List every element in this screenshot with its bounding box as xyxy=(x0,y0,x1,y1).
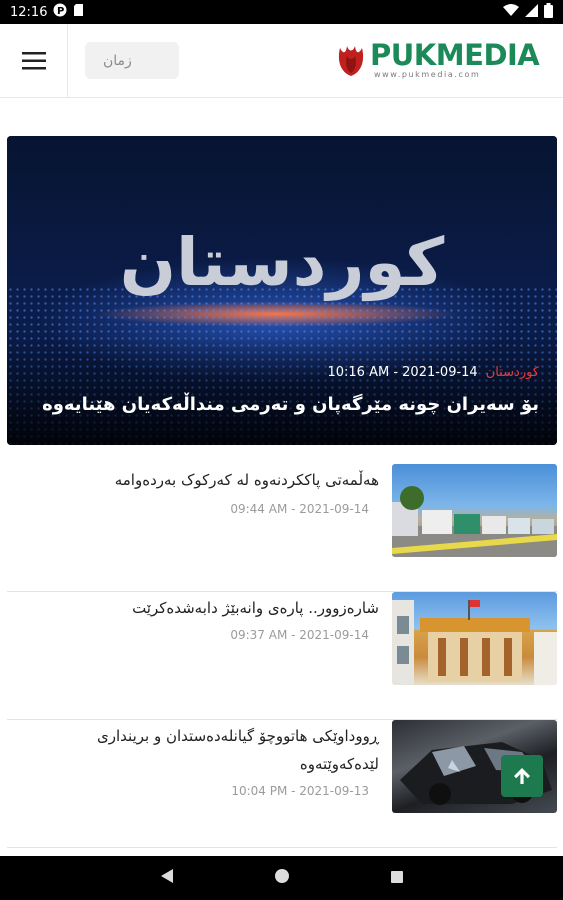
news-datetime: 10:04 PM - 2021-09-13 xyxy=(231,784,369,798)
status-bar: 12:16 P xyxy=(0,0,563,24)
app-header: زمان PUKMEDIA www.pukmedia.com xyxy=(0,24,563,98)
hero-category[interactable]: کوردستان xyxy=(486,365,539,380)
sd-icon xyxy=(73,3,84,21)
hero-gradient xyxy=(7,335,557,445)
arrow-up-icon xyxy=(514,768,530,784)
news-datetime: 09:44 AM - 2021-09-14 xyxy=(230,502,369,516)
scroll-to-top-button[interactable] xyxy=(501,755,543,797)
menu-button[interactable] xyxy=(0,24,68,98)
news-thumbnail[interactable] xyxy=(392,592,557,685)
svg-text:P: P xyxy=(57,6,64,17)
tulip-logo-icon xyxy=(338,46,364,76)
wifi-icon xyxy=(503,3,519,21)
back-icon[interactable] xyxy=(160,868,174,888)
signal-icon xyxy=(525,3,538,21)
status-time: 12:16 xyxy=(10,4,48,20)
hero-meta: 10:16 AM - 2021-09-14 کوردستان xyxy=(327,365,539,380)
news-datetime: 09:37 AM - 2021-09-14 xyxy=(230,628,369,642)
logo-text: PUKMEDIA xyxy=(370,38,540,72)
language-button[interactable]: زمان xyxy=(85,42,179,79)
news-title[interactable]: شارەزوور.. پارەی وانەبێژ دابەشدەکرێت xyxy=(19,594,379,622)
status-p-icon: P xyxy=(53,3,67,21)
system-nav-bar xyxy=(0,856,563,900)
news-item[interactable]: هەڵمەتی پاککردنەوە لە کەرکوک بەردەوامە 0… xyxy=(7,464,557,592)
news-thumbnail[interactable] xyxy=(392,464,557,557)
news-item[interactable]: شارەزوور.. پارەی وانەبێژ دابەشدەکرێت 09:… xyxy=(7,592,557,720)
news-item[interactable]: ڕووداوێکی هاتووچۆ گیانلەدەستدان و بریندا… xyxy=(7,720,557,848)
logo-url: www.pukmedia.com xyxy=(374,70,481,79)
battery-icon xyxy=(544,2,553,22)
news-title[interactable]: هەڵمەتی پاککردنەوە لە کەرکوک بەردەوامە xyxy=(19,466,379,494)
hero-image-word: کوردستان xyxy=(119,224,445,301)
hamburger-menu-icon xyxy=(21,52,46,70)
site-logo[interactable]: PUKMEDIA www.pukmedia.com xyxy=(336,36,546,86)
home-icon[interactable] xyxy=(274,868,290,888)
hero-datetime: 10:16 AM - 2021-09-14 xyxy=(327,365,478,380)
hero-title[interactable]: بۆ سەیران چونە مێرگەپان و تەرمی منداڵەکە… xyxy=(19,394,539,415)
featured-article[interactable]: کوردستان 10:16 AM - 2021-09-14 کوردستان … xyxy=(7,136,557,445)
recents-icon[interactable] xyxy=(390,869,404,888)
news-title[interactable]: ڕووداوێکی هاتووچۆ گیانلەدەستدان و بریندا… xyxy=(19,722,379,778)
